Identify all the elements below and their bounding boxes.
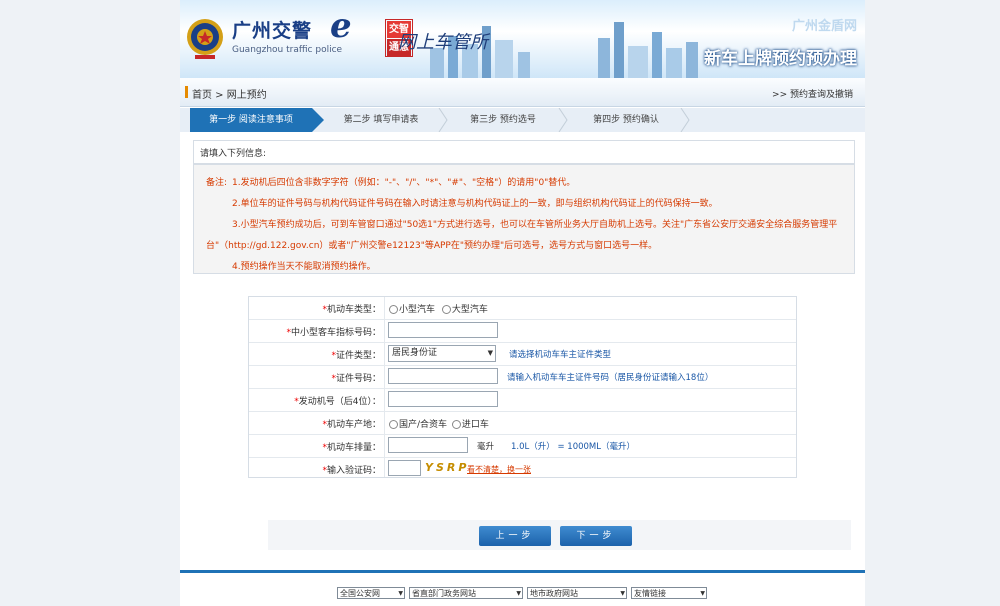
footer-select-provincial-sites[interactable]: 省直部门政务网站 (409, 587, 523, 599)
radio-imported[interactable] (451, 420, 461, 429)
footer-select-friend-links[interactable]: 友情链接 (631, 587, 707, 599)
form-row-id-number: *证件号码： 请输入机动车车主证件号码（居民身份证请输入18位） (249, 366, 796, 389)
footer-select-city-sites[interactable]: 地市政府网站 (527, 587, 627, 599)
id-type-label: *证件类型： (331, 351, 381, 361)
step-2: 第二步 填写申请表 (343, 115, 419, 125)
captcha-refresh-link[interactable]: 看不清楚，换一张 (467, 464, 531, 475)
radio-large-car[interactable] (441, 305, 451, 314)
note-line: 1.发动机后四位含非数字字符（例如："-"、"/"、"*"、"#"、"空格"）的… (232, 178, 576, 188)
radio-imported-label: 进口车 (461, 420, 489, 430)
footer-links: 全国公安网 省直部门政务网站 地市政府网站 友情链接 (180, 570, 865, 606)
note-line: 4.预约操作当天不能取消预约操作。 (232, 262, 376, 272)
logo-subtitle: Guangzhou traffic police (232, 45, 343, 55)
origin-radios: 国产/合资车 进口车 (389, 417, 489, 430)
button-bar: 上一步 下一步 (268, 520, 851, 550)
form-row-vehicle-type: *机动车类型： 小型汽车 大型汽车 (249, 297, 796, 320)
booking-query-link[interactable]: >> 预约查询及撤销 (772, 87, 853, 100)
radio-large-car-label: 大型汽车 (451, 305, 488, 315)
step-separator (680, 108, 690, 132)
displacement-label: *机动车排量： (322, 443, 381, 453)
step-separator (438, 108, 448, 132)
id-number-input[interactable] (388, 368, 498, 384)
breadcrumb-marker (185, 86, 188, 98)
id-type-hint: 请选择机动车车主证件类型 (509, 350, 612, 360)
id-number-label: *证件号码： (331, 374, 381, 384)
police-emblem-icon (187, 19, 223, 59)
form-row-origin: *机动车产地： 国产/合资车 进口车 (249, 412, 796, 435)
note-line: 3.小型汽车预约成功后，可到车管窗口通过"50选1"方式进行选号，也可以在车管所… (232, 220, 838, 230)
id-type-select[interactable]: 居民身份证 (388, 345, 496, 362)
notes-heading-box: 请填入下列信息: (193, 140, 855, 164)
form-row-displacement: *机动车排量： 毫升 1.0L（升） = 1000ML（毫升） (249, 435, 796, 458)
approval-number-label: *中小型客车指标号码： (286, 328, 381, 338)
approval-number-input[interactable] (388, 322, 498, 338)
jindun-site-link[interactable]: 广州金盾网 (792, 15, 857, 34)
captcha-input[interactable] (388, 460, 421, 476)
captcha-label: *输入验证码： (322, 466, 381, 476)
displacement-hint: 1.0L（升） = 1000ML（毫升） (511, 442, 635, 452)
engine-number-label: *发动机号（后4位）： (294, 397, 381, 407)
notes-panel: 备注: 1.发动机后四位含非数字字符（例如："-"、"/"、"*"、"#"、"空… (193, 164, 855, 274)
notes-heading: 请填入下列信息: (200, 149, 267, 159)
displacement-unit: 毫升 (477, 442, 495, 452)
note-line: 台"（http://gd.122.gov.cn）或者"广州交警e12123"等A… (206, 241, 658, 251)
radio-small-car-label: 小型汽车 (399, 305, 436, 315)
step-indicator: 第一步 阅读注意事项 第二步 填写申请表 第三步 预约选号 第四步 预约确认 (180, 108, 865, 132)
online-dmv-title: 网上车管所 (398, 32, 488, 53)
site-banner: 广州交警 e Guangzhou traffic police 交智 通慧 网上… (180, 0, 865, 78)
step-3: 第三步 预约选号 (470, 115, 536, 125)
form-row-captcha: *输入验证码： YSRP 看不清楚，换一张 (249, 458, 796, 480)
displacement-input[interactable] (388, 437, 468, 453)
application-form: *机动车类型： 小型汽车 大型汽车 *中小型客车指标号码： *证件类型： 居民身… (248, 296, 797, 478)
logo-title: 广州交警 (232, 20, 313, 42)
step-4: 第四步 预约确认 (593, 115, 659, 125)
origin-label: *机动车产地： (322, 420, 381, 430)
footer-select-national-police[interactable]: 全国公安网 (337, 587, 405, 599)
next-step-button[interactable]: 下一步 (560, 526, 632, 546)
radio-domestic[interactable] (389, 420, 398, 429)
id-number-hint: 请输入机动车车主证件号码（居民身份证请输入18位） (507, 373, 714, 383)
logo-e-mark: e (330, 6, 352, 46)
form-row-approval: *中小型客车指标号码： (249, 320, 796, 343)
form-row-id-type: *证件类型： 居民身份证 请选择机动车车主证件类型 (249, 343, 796, 366)
breadcrumb-text[interactable]: 首页 > 网上预约 (192, 86, 267, 101)
previous-step-button[interactable]: 上一步 (479, 526, 551, 546)
note-line: 2.单位车的证件号码与机构代码证件号码在输入时请注意与机构代码证上的一致，即与组… (232, 199, 718, 209)
vehicle-type-label: *机动车类型： (322, 305, 381, 315)
business-title: 新车上牌预约预办理 (704, 49, 857, 69)
step-separator (558, 108, 568, 132)
notes-label: 备注: (206, 178, 228, 188)
radio-domestic-label: 国产/合资车 (399, 420, 448, 430)
page: 广州交警 e Guangzhou traffic police 交智 通慧 网上… (180, 0, 865, 606)
captcha-image: YSRP (425, 461, 470, 474)
engine-number-input[interactable] (388, 391, 498, 407)
breadcrumb: 首页 > 网上预约 >> 预约查询及撤销 (180, 78, 865, 107)
radio-small-car[interactable] (389, 305, 398, 314)
vehicle-type-radios: 小型汽车 大型汽车 (389, 302, 488, 315)
step-1: 第一步 阅读注意事项 (190, 108, 324, 132)
form-row-engine: *发动机号（后4位）： (249, 389, 796, 412)
